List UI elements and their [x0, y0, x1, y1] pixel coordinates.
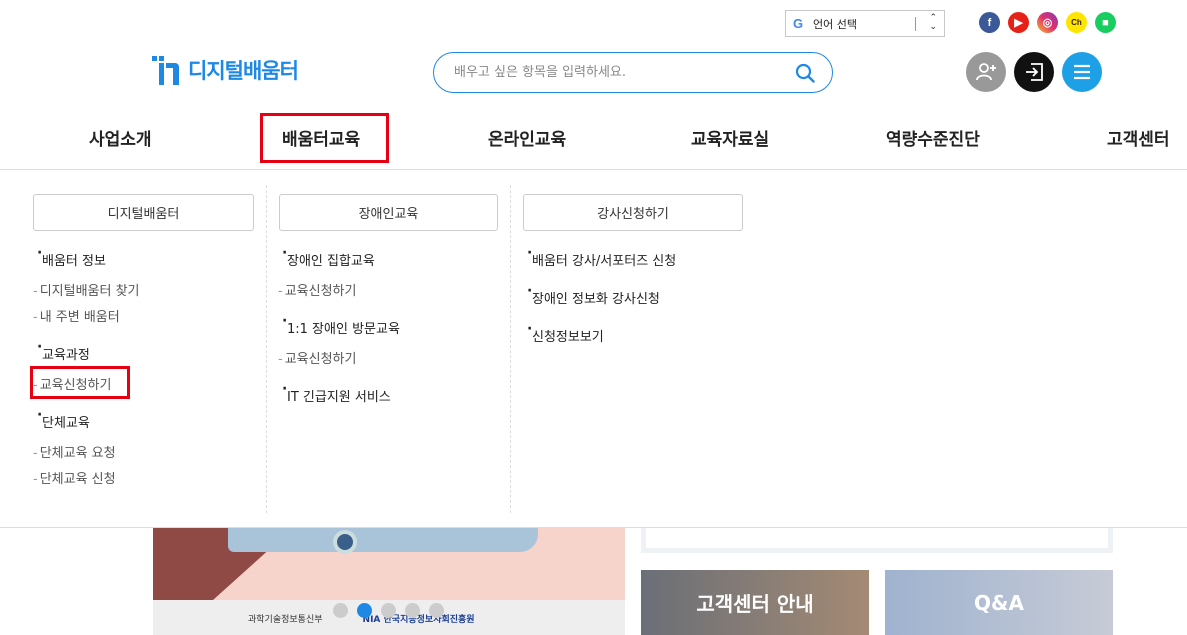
bus-illustration [228, 528, 538, 552]
hamburger-icon [1074, 64, 1090, 80]
google-icon: G [793, 15, 804, 31]
nav-item-online[interactable]: 온라인교육 [488, 125, 566, 150]
menu-header-instructor[interactable]: 강사신청하기 [523, 194, 743, 231]
pagination-dot[interactable] [381, 603, 396, 618]
social-links: f ▶ ◎ Ch ■ [979, 12, 1116, 33]
naver-blog-icon[interactable]: ■ [1095, 12, 1116, 33]
logo-text: 디지털배움터 [188, 59, 299, 83]
pagination-dot[interactable] [405, 603, 420, 618]
pagination-dot[interactable] [429, 603, 444, 618]
menu-header-digital-center[interactable]: 디지털배움터 [33, 194, 254, 231]
menu-item-group-request[interactable]: 단체교육 요청 [33, 442, 116, 461]
instagram-icon[interactable]: ◎ [1037, 12, 1058, 33]
login-icon [1026, 63, 1043, 81]
menu-group-visit-edu[interactable]: 1:1 장애인 방문교육 [282, 313, 400, 337]
kakao-channel-icon[interactable]: Ch [1066, 12, 1087, 33]
mega-menu: 디지털배움터 배움터 정보 디지털배움터 찾기 내 주변 배움터 교육과정 교육… [0, 171, 1187, 528]
menu-item-disabled-instructor[interactable]: 장애인 정보화 강사신청 [527, 283, 660, 307]
menu-group-group-edu[interactable]: 단체교육 [37, 407, 90, 431]
logo-mark-icon [152, 54, 182, 86]
search-icon[interactable] [795, 63, 815, 83]
card-qna[interactable]: Q&A [885, 570, 1113, 635]
language-select[interactable]: G 언어 선택 ⌃ ⌄ [785, 10, 945, 37]
site-logo[interactable]: 디지털배움터 [152, 54, 299, 86]
highlight-box [260, 113, 389, 163]
highlight-box [30, 366, 130, 399]
menu-item-nearby-center[interactable]: 내 주변 배움터 [33, 306, 120, 325]
language-select-label: 언어 선택 [813, 17, 857, 31]
login-button[interactable] [1014, 52, 1054, 92]
menu-item-instructor-apply[interactable]: 배움터 강사/서포터즈 신청 [527, 245, 676, 269]
facebook-icon[interactable]: f [979, 12, 1000, 33]
menu-button[interactable] [1062, 52, 1102, 92]
nav-item-materials[interactable]: 교육자료실 [691, 125, 769, 150]
search-input[interactable] [454, 65, 774, 80]
banner-pagination [333, 603, 444, 618]
main-navigation: 사업소개 배움터교육 온라인교육 교육자료실 역량수준진단 고객센터 [0, 112, 1187, 170]
updown-arrow-icon: ⌃ ⌄ [929, 13, 937, 32]
signup-button[interactable] [966, 52, 1006, 92]
menu-group-disabled-group[interactable]: 장애인 집합교육 [282, 245, 375, 269]
nav-item-support[interactable]: 고객센터 [1107, 125, 1170, 150]
main-banner[interactable]: 과학기술정보통신부 NIA 한국지능정보사회진흥원 [153, 528, 625, 635]
pagination-dot[interactable] [333, 603, 348, 618]
youtube-icon[interactable]: ▶ [1008, 12, 1029, 33]
menu-group-it-support[interactable]: IT 긴급지원 서비스 [282, 381, 391, 405]
menu-item-visit-apply[interactable]: 교육신청하기 [278, 348, 357, 367]
menu-item-group-apply[interactable]: 단체교육 신청 [33, 468, 116, 487]
menu-item-disabled-group-apply[interactable]: 교육신청하기 [278, 280, 357, 299]
card-customer-center[interactable]: 고객센터 안내 [641, 570, 869, 635]
notice-panel [641, 528, 1113, 553]
add-user-icon [976, 63, 996, 81]
menu-item-find-center[interactable]: 디지털배움터 찾기 [33, 280, 140, 299]
nav-item-assessment[interactable]: 역량수준진단 [886, 125, 980, 150]
menu-group-curriculum[interactable]: 교육과정 [37, 339, 90, 363]
msit-logo: 과학기술정보통신부 [248, 615, 323, 625]
menu-group-center-info[interactable]: 배움터 정보 [37, 245, 106, 269]
menu-header-disabled-edu[interactable]: 장애인교육 [279, 194, 498, 231]
search-bar [433, 52, 833, 93]
pagination-dot-active[interactable] [357, 603, 372, 618]
nav-item-about[interactable]: 사업소개 [89, 125, 152, 150]
menu-item-application-view[interactable]: 신청정보보기 [527, 321, 604, 345]
